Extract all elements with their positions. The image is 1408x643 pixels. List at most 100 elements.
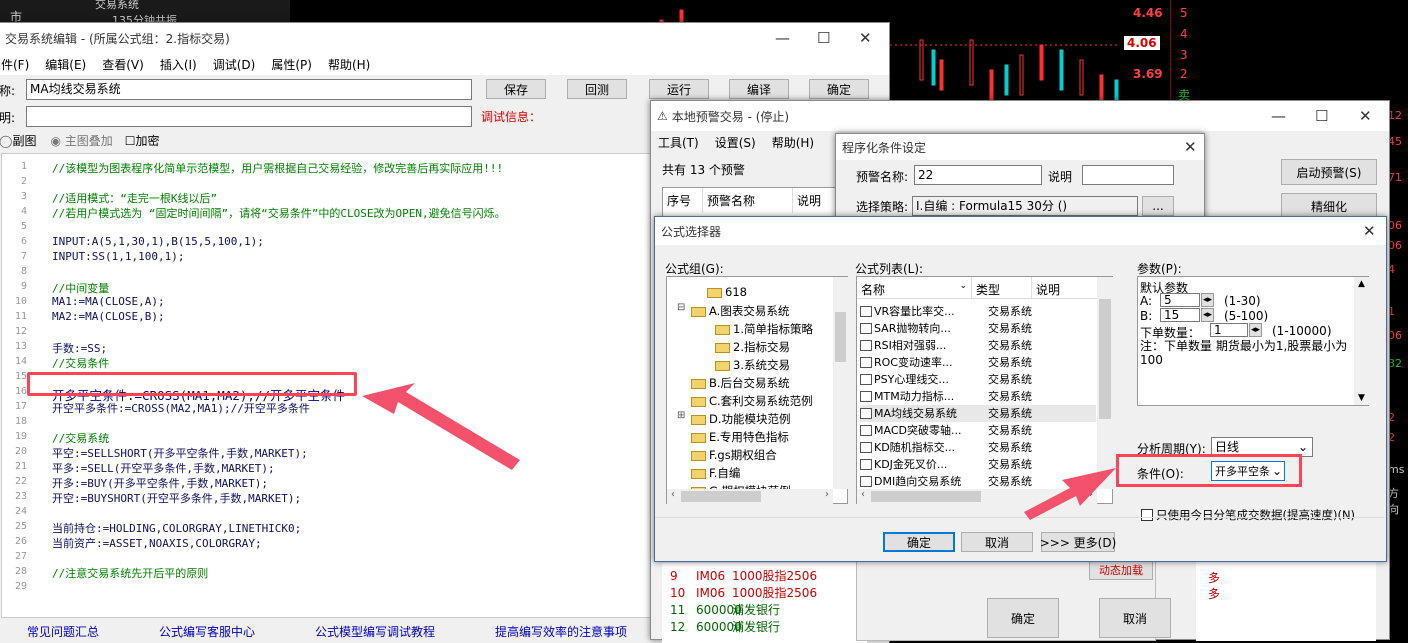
menu-debug[interactable]: 调试(D) bbox=[213, 56, 256, 73]
link-support[interactable]: 公式编写客服中心 bbox=[159, 623, 255, 643]
formula-row[interactable]: MA均线交易系统 交易系统 bbox=[860, 405, 1096, 422]
menu-help[interactable]: 帮助(H) bbox=[328, 56, 370, 73]
collapse-icon[interactable]: ⊟ bbox=[677, 302, 685, 313]
col-type[interactable]: 类型 bbox=[972, 277, 1032, 298]
menu-edit[interactable]: 编辑(E) bbox=[45, 56, 86, 73]
tree-scrollbar-v[interactable] bbox=[833, 277, 848, 489]
tree-item[interactable]: F.gs期权组合 bbox=[691, 447, 777, 463]
formula-row[interactable]: MACD突破零轴... 交易系统 bbox=[860, 422, 1096, 439]
menu-settings[interactable]: 设置(S) bbox=[715, 134, 756, 151]
close-icon[interactable]: ✕ bbox=[1363, 222, 1376, 240]
menu-help[interactable]: 帮助(H) bbox=[772, 134, 814, 151]
col-index[interactable]: 序号 bbox=[663, 188, 703, 213]
lot-spinner[interactable]: ◂▸ bbox=[1249, 323, 1263, 337]
col-name[interactable]: 名称 ⌄ bbox=[857, 277, 972, 298]
expand-icon[interactable]: ⊞ bbox=[677, 410, 685, 421]
lot-input[interactable]: 1 bbox=[1210, 323, 1248, 337]
formula-name-input[interactable]: MA均线交易系统 bbox=[26, 79, 472, 100]
param-b-input[interactable]: 15 bbox=[1160, 308, 1200, 322]
radio-main-overlay[interactable]: ◉ 主图叠加 bbox=[50, 132, 112, 149]
menu-file[interactable]: 件(F) bbox=[1, 56, 29, 73]
code-line[interactable]: 开空平多条件:=CROSS(MA2,MA1);//开空平多条件 bbox=[52, 400, 310, 416]
code-line[interactable]: 平空:=SELLSHORT(开多平空条件,手数,MARKET); bbox=[52, 445, 308, 461]
tick-checkbox[interactable] bbox=[1141, 509, 1153, 521]
formula-list[interactable]: 名称 ⌄ 类型 说明 VR容量比率交... 交易系统 SAR抛物转向... 交易系统 RS… bbox=[856, 276, 1113, 504]
code-line[interactable]: 当前持仓:=HOLDING,COLORGRAY,LINETHICK0; bbox=[52, 520, 301, 536]
code-line[interactable]: //若用户模式选为 “固定时间间隔”，请将“交易条件”中的CLOSE改为OPEN… bbox=[52, 205, 506, 221]
maximize-icon[interactable]: ☐ bbox=[817, 29, 830, 47]
code-line[interactable]: 开多:=BUY(开多平空条件,手数,MARKET); bbox=[52, 475, 268, 491]
param-b-spinner[interactable]: ◂▸ bbox=[1201, 308, 1215, 322]
code-line[interactable]: 开空:=BUYSHORT(开空平多条件,手数,MARKET); bbox=[52, 490, 301, 506]
formula-row[interactable]: PSY心理线交... 交易系统 bbox=[860, 371, 1096, 388]
strategy-input[interactable]: I.自编 : Formula15 30分 () bbox=[912, 196, 1138, 216]
minimize-icon[interactable]: — bbox=[775, 29, 790, 47]
code-line[interactable]: 平多:=SELL(开空平多条件,手数,MARKET); bbox=[52, 460, 275, 476]
formula-row[interactable]: VR容量比率交... 交易系统 bbox=[860, 303, 1096, 320]
col-name[interactable]: 预警名称 bbox=[703, 188, 793, 213]
close-icon[interactable]: ✕ bbox=[1184, 138, 1197, 156]
code-line[interactable]: INPUT:A(5,1,30,1),B(15,5,100,1); bbox=[52, 235, 264, 248]
table-row[interactable]: 9 IM06 1000股指2506 bbox=[670, 567, 817, 584]
save-button[interactable]: 保存 bbox=[486, 79, 546, 99]
formula-row[interactable]: MTM动力指标... 交易系统 bbox=[860, 388, 1096, 405]
run-button[interactable]: 运行 bbox=[649, 79, 709, 99]
tree-item[interactable]: F.自编 bbox=[691, 465, 740, 481]
menu-property[interactable]: 属性(P) bbox=[271, 56, 312, 73]
backtest-button[interactable]: 回测 bbox=[567, 79, 627, 99]
more-button[interactable]: >>> 更多(D) bbox=[1040, 532, 1116, 552]
warning-cancel-button[interactable]: 取消 bbox=[1099, 598, 1171, 638]
formula-row[interactable]: RSI相对强弱... 交易系统 bbox=[860, 337, 1096, 354]
warn-name-input[interactable]: 22 bbox=[914, 165, 1042, 185]
code-line[interactable]: //交易系统 bbox=[52, 430, 109, 446]
strategy-browse-button[interactable]: ... bbox=[1142, 196, 1174, 216]
cond-desc-input[interactable] bbox=[1082, 165, 1174, 185]
link-faq[interactable]: 常见问题汇总 bbox=[27, 623, 99, 643]
formula-desc-input[interactable] bbox=[26, 106, 472, 127]
condition-select[interactable]: 开多平空条 ⌄ bbox=[1211, 461, 1285, 481]
col-desc[interactable]: 说明 bbox=[793, 188, 825, 213]
tree-scrollbar-h[interactable]: ‹ › bbox=[667, 489, 833, 504]
formula-row[interactable]: SAR抛物转向... 交易系统 bbox=[860, 320, 1096, 337]
confirm-button[interactable]: 确定 bbox=[809, 79, 869, 99]
list-scrollbar-v[interactable] bbox=[1097, 277, 1113, 489]
table-row[interactable]: 10 IM06 1000股指2506 bbox=[670, 584, 817, 601]
code-line[interactable]: //中间变量 bbox=[52, 280, 109, 296]
param-a-input[interactable]: 5 bbox=[1160, 293, 1200, 307]
code-line[interactable]: MA2:=MA(CLOSE,B); bbox=[52, 310, 165, 323]
menu-view[interactable]: 查看(V) bbox=[102, 56, 144, 73]
formula-row[interactable]: KD随机指标交... 交易系统 bbox=[860, 439, 1096, 456]
compile-button[interactable]: 编译 bbox=[729, 79, 789, 99]
tree-item[interactable]: 3.系统交易 bbox=[715, 357, 790, 373]
selector-cancel-button[interactable]: 取消 bbox=[961, 532, 1033, 552]
formula-row[interactable]: KDJ金死叉价... 交易系统 bbox=[860, 456, 1096, 473]
col-desc[interactable]: 说明 bbox=[1032, 277, 1064, 298]
tree-item[interactable]: C.套利交易系统范例 bbox=[691, 393, 813, 409]
link-tips[interactable]: 提高编写效率的注意事项 bbox=[495, 623, 627, 643]
tree-item[interactable]: 2.指标交易 bbox=[715, 339, 790, 355]
maximize-icon[interactable]: ☐ bbox=[1315, 107, 1328, 125]
menu-insert[interactable]: 插入(I) bbox=[160, 56, 197, 73]
tree-item[interactable]: A.图表交易系统 ⊟ bbox=[677, 302, 789, 319]
tick-data-option[interactable]: 只使用今日分笔成交数据(提高速度)(N) bbox=[1141, 507, 1355, 523]
code-line[interactable]: //注意交易系统先开后平的原则 bbox=[52, 565, 208, 581]
tree-item[interactable]: 618 bbox=[707, 285, 747, 299]
start-warning-button[interactable]: 启动预警(S) bbox=[1281, 159, 1377, 185]
code-line[interactable]: //交易条件 bbox=[52, 355, 109, 371]
radio-subchart[interactable]: ◯副图 bbox=[0, 132, 36, 149]
table-row[interactable]: 12 600000浦发银行 bbox=[670, 618, 780, 635]
tree-item[interactable]: E.专用特色指标 bbox=[691, 429, 789, 445]
tree-item[interactable]: B.后台交易系统 bbox=[691, 375, 790, 391]
selector-ok-button[interactable]: 确定 bbox=[883, 532, 955, 552]
code-line[interactable]: MA1:=MA(CLOSE,A); bbox=[52, 295, 165, 308]
code-line[interactable]: 当前资产:=ASSET,NOAXIS,COLORGRAY; bbox=[52, 535, 262, 551]
warning-ok-button[interactable]: 确定 bbox=[987, 598, 1059, 638]
param-a-spinner[interactable]: ◂▸ bbox=[1201, 293, 1215, 307]
list-scrollbar-h[interactable]: ‹ › bbox=[857, 489, 1097, 504]
code-line[interactable]: 手数:=SS; bbox=[52, 340, 107, 356]
formula-row[interactable]: ROC变动速率... 交易系统 bbox=[860, 354, 1096, 371]
formula-row[interactable]: DMI趋向交易系统 交易系统 bbox=[860, 473, 1096, 490]
group-tree[interactable]: 618 A.图表交易系统 ⊟ 1.简单指标策略 2.指标交易 3.系统交易 B.后台交易系统… bbox=[666, 276, 848, 504]
code-line[interactable]: //适用模式：“走完一根K线以后” bbox=[52, 190, 217, 206]
dynamic-load-button[interactable]: 动态加载 bbox=[1089, 560, 1153, 580]
